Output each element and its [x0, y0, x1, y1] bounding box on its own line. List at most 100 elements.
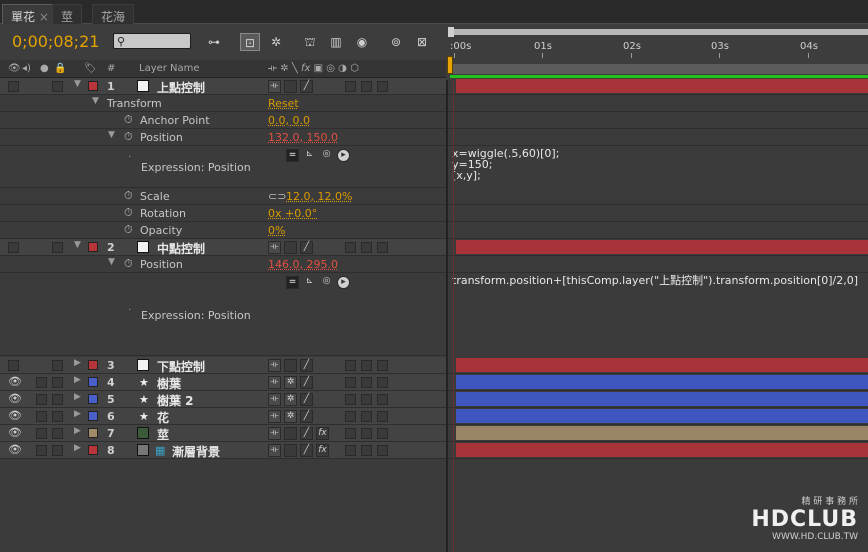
enable-expression-icon[interactable]: =	[286, 276, 299, 289]
layer-duration-bar[interactable]	[456, 358, 868, 372]
property-position[interactable]: ▼ ⏱ Position 132.0, 150.0	[0, 129, 446, 146]
eye-icon[interactable]: 👁	[8, 392, 22, 405]
shy-switch-icon[interactable]: ⟛	[268, 359, 281, 372]
label-tag-icon[interactable]: 🏷	[84, 63, 97, 74]
quality-slash-icon[interactable]: ╱	[300, 241, 313, 254]
quality-switch[interactable]	[284, 359, 297, 372]
time-ruler[interactable]: :00s 01s 02s 03s 04s	[446, 24, 868, 80]
layer-row[interactable]: ▼ 2 中點控制 ⟛ ╱	[0, 239, 446, 256]
lock-switch[interactable]	[52, 242, 63, 253]
motion-blur-switch[interactable]	[345, 428, 356, 439]
eye-icon[interactable]: 👁	[8, 409, 22, 422]
close-icon[interactable]: ×	[39, 10, 49, 24]
motion-blur-switch[interactable]	[345, 394, 356, 405]
shy-switch-icon[interactable]: ⟛	[268, 376, 281, 389]
label-color[interactable]	[88, 394, 98, 404]
layer-row[interactable]: 👁 ▶ 6 ★ 花 ⟛ ✲ ╱	[0, 408, 446, 425]
layer-search-input[interactable]: ⚲	[113, 33, 191, 49]
adjustment-switch[interactable]	[361, 428, 372, 439]
collapse-triangle-icon[interactable]: ▶	[74, 409, 81, 419]
layer-duration-bar[interactable]	[456, 240, 868, 254]
layer-duration-bar[interactable]	[456, 79, 868, 93]
layer-name[interactable]: 漸層背景	[172, 443, 220, 460]
layer-duration-bar[interactable]	[456, 409, 868, 423]
collapse-triangle-icon[interactable]: ▶	[74, 392, 81, 402]
effects-fx-icon[interactable]: fx	[316, 427, 329, 440]
column-layer-name[interactable]: Layer Name	[139, 63, 200, 74]
layer-name[interactable]: 花	[157, 409, 169, 426]
3d-switch[interactable]	[377, 377, 388, 388]
lock-switch[interactable]	[52, 377, 63, 388]
quality-switch[interactable]	[284, 241, 297, 254]
column-num[interactable]: #	[107, 63, 115, 74]
quality-slash-icon[interactable]: ╱	[300, 444, 313, 457]
motion-blur-switch[interactable]	[345, 360, 356, 371]
current-time-display[interactable]: 0;00;08;21	[12, 32, 99, 51]
collapse-transform-icon[interactable]: ✲	[284, 393, 297, 406]
eye-icon[interactable]: 👁	[8, 426, 22, 439]
motion-blur-switch[interactable]	[345, 377, 356, 388]
lock-switch[interactable]	[52, 411, 63, 422]
live-update-icon[interactable]: ⊡	[240, 33, 260, 51]
solo-icon[interactable]: ●	[40, 63, 49, 74]
solo-switch[interactable]	[36, 411, 47, 422]
frame-blending-icon[interactable]: ▥	[326, 33, 346, 51]
property-value[interactable]: 12.0, 12.0%	[286, 190, 352, 203]
eye-icon[interactable]: 👁	[8, 375, 22, 388]
quality-switch[interactable]	[284, 427, 297, 440]
collapse-triangle-icon[interactable]: ▶	[74, 358, 81, 368]
3d-switch[interactable]	[377, 360, 388, 371]
property-rotation[interactable]: ⏱ Rotation 0x +0.0°	[0, 205, 446, 222]
hide-shy-layers-icon[interactable]: ⛫	[300, 33, 320, 51]
work-area-bar[interactable]	[450, 64, 868, 74]
property-value[interactable]: 132.0, 150.0	[268, 131, 338, 144]
property-value[interactable]: 0x +0.0°	[268, 207, 317, 220]
stopwatch-icon[interactable]: ⏱	[124, 130, 133, 144]
tab-comp-flower[interactable]: 單花 ×	[2, 4, 58, 24]
stopwatch-icon[interactable]: ⏱	[124, 257, 133, 271]
property-opacity[interactable]: ⏱ Opacity 0%	[0, 222, 446, 239]
quality-slash-icon[interactable]: ╱	[300, 393, 313, 406]
expression-language-menu-icon[interactable]: ▸	[337, 149, 350, 162]
adjustment-switch[interactable]	[361, 242, 372, 253]
quality-slash-icon[interactable]: ╱	[300, 376, 313, 389]
collapse-triangle-icon[interactable]: ▶	[74, 375, 81, 385]
3d-switch[interactable]	[377, 81, 388, 92]
collapse-triangle-icon[interactable]: ▶	[74, 426, 81, 436]
shy-switch-icon[interactable]: ⟛	[268, 410, 281, 423]
current-time-indicator-line[interactable]	[453, 80, 454, 552]
adjustment-switch[interactable]	[361, 394, 372, 405]
property-value[interactable]: 0.0, 0.0	[268, 114, 310, 127]
label-color[interactable]	[88, 81, 98, 91]
layer-name[interactable]: 樹葉	[157, 375, 181, 392]
tab-comp-flower-sea[interactable]: 花海	[92, 4, 135, 24]
stopwatch-icon[interactable]: ⏱	[124, 113, 133, 127]
property-value[interactable]: 0%	[268, 224, 285, 237]
lock-switch[interactable]	[52, 394, 63, 405]
expression-language-menu-icon[interactable]: ▸	[337, 276, 350, 289]
expand-triangle-icon[interactable]: ▼	[74, 79, 81, 89]
shy-switch-icon[interactable]: ⟛	[268, 444, 281, 457]
eye-icon[interactable]: 👁	[8, 443, 22, 456]
tab-comp-stem[interactable]: 莖	[52, 4, 83, 24]
quality-switch[interactable]	[284, 444, 297, 457]
timeline-graph-area[interactable]: x=wiggle(.5,60)[0]; y=150; [x,y]; transf…	[446, 79, 868, 552]
video-switch[interactable]	[8, 242, 19, 253]
eye-icon[interactable]: 👁	[8, 63, 21, 74]
layer-row[interactable]: ▼ 1 上點控制 ⟛ ╱	[0, 78, 446, 95]
lock-switch[interactable]	[52, 81, 63, 92]
solo-switch[interactable]	[36, 377, 47, 388]
quality-switch[interactable]	[284, 80, 297, 93]
expression-graph-icon[interactable]: ⊾	[303, 149, 316, 162]
brainstorm-icon[interactable]: ⊚	[386, 33, 406, 51]
label-color[interactable]	[88, 428, 98, 438]
expand-triangle-icon[interactable]: ▼	[92, 96, 99, 106]
video-switch[interactable]	[8, 81, 19, 92]
expression-graph-icon[interactable]: ⊾	[303, 276, 316, 289]
enable-expression-icon[interactable]: =	[286, 149, 299, 162]
time-navigator-start-handle[interactable]	[448, 27, 454, 37]
3d-switch[interactable]	[377, 411, 388, 422]
mini-flowchart-icon[interactable]: ⊶	[204, 33, 224, 51]
motion-blur-icon[interactable]: ◉	[352, 33, 372, 51]
video-switch[interactable]	[8, 360, 19, 371]
